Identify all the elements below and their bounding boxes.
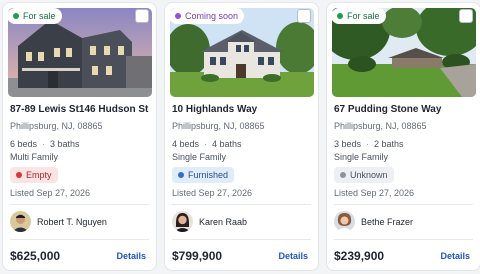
agent-avatar[interactable] [172,211,193,232]
baths-count: 2 baths [374,139,404,149]
agent-avatar[interactable] [334,211,355,232]
listing-price: $625,000 [10,249,61,263]
listing-price: $239,900 [334,249,385,263]
occupancy-label: Unknown [350,170,388,180]
property-type: Multi Family [10,152,59,162]
occupancy-tag: Empty [10,167,58,183]
divider [10,239,149,240]
divider [172,239,311,240]
property-type: Single Family [334,152,389,162]
status-dot-icon [13,13,19,19]
listing-card[interactable]: For sale 67 Pudding Stone Way Phillipsbu… [326,2,480,271]
property-type: Single Family [172,152,227,162]
separator-dot: · [42,139,46,149]
occupancy-tag: Unknown [334,167,394,183]
status-dot-icon [175,13,181,19]
details-link[interactable]: Details [116,251,146,261]
status-dot-icon [337,13,343,19]
agent-photo [334,211,355,232]
agent-name[interactable]: Karen Raab [199,217,247,227]
listing-card[interactable]: For sale 87-89 Lewis St146 Hudson St Phi… [2,2,157,271]
details-link[interactable]: Details [278,251,308,261]
divider [10,204,149,205]
agent-photo [10,211,31,232]
status-badge: For sale [7,8,62,24]
divider [334,239,473,240]
listing-card[interactable]: Coming soon 10 Highlands Way Phillipsbur… [164,2,319,271]
status-badge: Coming soon [169,8,245,24]
badge-label: Coming soon [185,11,239,21]
listing-specs: 3 beds · 2 baths [334,139,404,149]
details-link[interactable]: Details [440,251,470,261]
occupancy-label: Empty [26,170,52,180]
badge-label: For sale [347,11,380,21]
listing-address[interactable]: 87-89 Lewis St146 Hudson St [10,104,148,115]
separator-dot: · [204,139,208,149]
listing-price: $799,900 [172,249,223,263]
separator-dot: · [366,139,370,149]
beds-count: 6 beds [10,139,38,149]
status-badge: For sale [331,8,386,24]
listing-city: Phillipsburg, NJ, 08865 [334,121,427,131]
agent-name[interactable]: Bethe Frazer [361,217,413,227]
select-checkbox[interactable] [297,9,311,23]
beds-count: 3 beds [334,139,362,149]
beds-count: 4 beds [172,139,200,149]
occupancy-dot-icon [16,172,22,178]
badge-label: For sale [23,11,56,21]
baths-count: 3 baths [50,139,80,149]
listed-date: Listed Sep 27, 2026 [10,188,91,198]
listing-city: Phillipsburg, NJ, 08865 [172,121,265,131]
divider [172,204,311,205]
occupancy-label: Furnished [188,170,229,180]
agent-photo [172,211,193,232]
listing-specs: 6 beds · 3 baths [10,139,80,149]
agent-avatar[interactable] [10,211,31,232]
occupancy-dot-icon [340,172,346,178]
listing-specs: 4 beds · 4 baths [172,139,242,149]
listing-city: Phillipsburg, NJ, 08865 [10,121,103,131]
select-checkbox[interactable] [459,9,473,23]
occupancy-tag: Furnished [172,167,235,183]
listing-address[interactable]: 67 Pudding Stone Way [334,104,441,115]
select-checkbox[interactable] [135,9,149,23]
baths-count: 4 baths [212,139,242,149]
divider [334,204,473,205]
occupancy-dot-icon [178,172,184,178]
listing-address[interactable]: 10 Highlands Way [172,104,257,115]
listed-date: Listed Sep 27, 2026 [172,188,253,198]
agent-name[interactable]: Robert T. Nguyen [37,217,107,227]
listed-date: Listed Sep 27, 2026 [334,188,415,198]
